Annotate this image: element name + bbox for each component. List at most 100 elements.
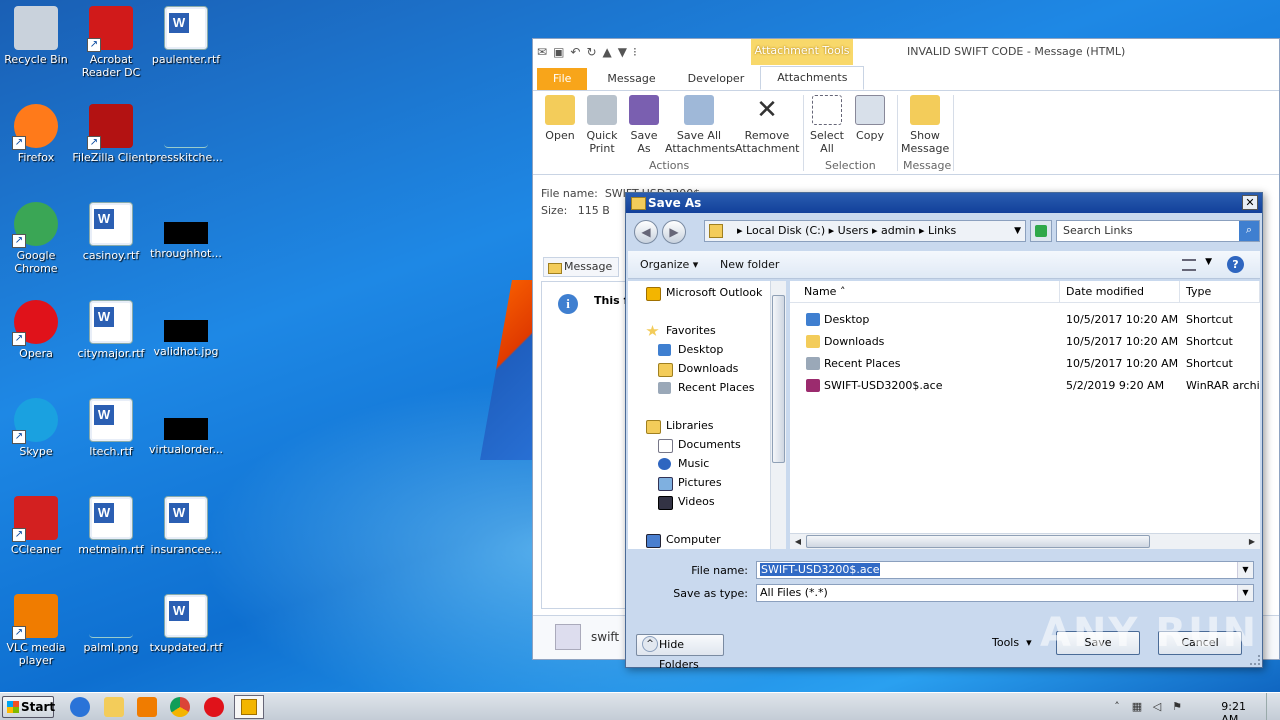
desktop-icon[interactable]: insurancee... [146, 496, 226, 556]
tools-button[interactable]: Tools ▾ [992, 636, 1032, 649]
tree-item-downloads[interactable]: Downloads [658, 361, 738, 377]
speaker-icon[interactable]: ◁ [1150, 700, 1164, 714]
tab-message[interactable]: Message [591, 68, 671, 90]
open-button[interactable]: Open [541, 95, 579, 142]
file-row[interactable]: Recent Places 10/5/2017 10:20 AM Shortcut [790, 353, 1260, 375]
search-input[interactable]: Search Links ⌕ [1056, 220, 1260, 242]
desktop-icon[interactable]: ↗ Firefox [0, 104, 76, 164]
tree-item-videos[interactable]: Videos [658, 494, 715, 510]
chevron-down-icon[interactable]: ▼ [1237, 562, 1253, 578]
chevron-down-icon[interactable]: ▼ [1014, 221, 1021, 241]
desktop-icon[interactable]: presskitche... [146, 104, 226, 164]
organize-button[interactable]: Organize ▾ [640, 258, 698, 271]
tree-scrollbar[interactable] [770, 281, 786, 549]
down-arrow-icon[interactable]: ▼ [618, 45, 627, 59]
clock[interactable]: 9:21 AM [1221, 700, 1246, 720]
save-as-button[interactable]: Save As [627, 95, 661, 155]
outlook-taskbar-button[interactable] [234, 695, 264, 719]
explorer-folder-icon[interactable] [104, 697, 124, 717]
up-arrow-icon[interactable]: ▲ [603, 45, 612, 59]
tree-item-documents[interactable]: Documents [658, 437, 741, 453]
tree-item-computer[interactable]: Computer [646, 532, 721, 548]
desktop-icon-label: validhot.jpg [153, 345, 219, 358]
resize-grip[interactable] [1250, 655, 1260, 665]
chevron-down-icon[interactable]: ▼ [1237, 585, 1253, 601]
save-icon[interactable]: ▣ [553, 45, 564, 59]
view-options-icon[interactable] [1182, 259, 1196, 271]
tree-item-libraries[interactable]: Libraries [646, 418, 714, 434]
address-bar[interactable]: ▸ Local Disk (C:) ▸ Users ▸ admin ▸ Link… [704, 220, 1026, 242]
back-button[interactable]: ◀ [634, 220, 658, 244]
desktop-icon[interactable]: txupdated.rtf [146, 594, 226, 654]
network-icon[interactable]: ▦ [1130, 700, 1144, 714]
tab-file[interactable]: File [537, 68, 588, 90]
desktop-icon[interactable]: ↗ Acrobat Reader DC [71, 6, 151, 79]
save-as-type-select[interactable]: All Files (*.*) ▼ [756, 584, 1254, 602]
chevron-up-icon[interactable]: ˄ [1110, 700, 1124, 714]
opera-icon[interactable] [204, 697, 224, 717]
desktop-icon[interactable]: ↗ FileZilla Client [71, 104, 151, 164]
desktop-icon[interactable]: virtualorder... [146, 398, 226, 456]
file-row[interactable]: SWIFT-USD3200$.ace 5/2/2019 9:20 AM WinRAR… [790, 375, 1260, 397]
tab-developer[interactable]: Developer [672, 68, 761, 90]
undo-icon[interactable]: ↶ [570, 45, 580, 59]
search-icon[interactable]: ⌕ [1239, 221, 1259, 241]
file-type: WinRAR archive [1186, 379, 1260, 392]
desktop-icon[interactable]: ↗ Skype [0, 398, 76, 458]
new-folder-button[interactable]: New folder [720, 258, 779, 271]
quick-print-button[interactable]: Quick Print [583, 95, 621, 155]
scroll-left-icon[interactable]: ◀ [791, 535, 805, 548]
media-player-icon[interactable] [137, 697, 157, 717]
show-message-button[interactable]: Show Message [901, 95, 949, 155]
file-name-field[interactable]: SWIFT-USD3200$.ace ▼ [756, 561, 1254, 579]
hide-folders-button[interactable]: Hide Folders [636, 634, 724, 671]
tree-item-pictures[interactable]: Pictures [658, 475, 722, 491]
save-all-attachments-button[interactable]: Save All Attachments [665, 95, 735, 155]
internet-explorer-icon[interactable] [70, 697, 90, 717]
desktop-icon[interactable]: metmain.rtf [71, 496, 151, 556]
flag-icon[interactable]: ⚑ [1170, 700, 1184, 714]
message-tab[interactable]: Message [543, 257, 619, 277]
show-desktop-button[interactable] [1266, 693, 1280, 720]
desktop-icon[interactable]: throughhot... [146, 202, 226, 260]
column-header-name[interactable]: Name ˄ [790, 281, 1060, 303]
tab-attachments[interactable]: Attachments [760, 66, 865, 90]
tree-item-favorites[interactable]: Favorites [646, 323, 716, 339]
desktop-icon[interactable]: paulenter.rtf [146, 6, 226, 66]
desktop-icon[interactable]: casinoy.rtf [71, 202, 151, 262]
desktop-icon[interactable]: ↗ CCleaner [0, 496, 76, 556]
chrome-icon[interactable] [170, 697, 190, 717]
redo-icon[interactable]: ↻ [586, 45, 596, 59]
close-button[interactable]: ✕ [1242, 195, 1258, 210]
copy-button[interactable]: Copy [851, 95, 889, 142]
desktop-icon[interactable]: ltech.rtf [71, 398, 151, 458]
scroll-thumb[interactable] [806, 535, 1150, 548]
tree-item-recent-places[interactable]: Recent Places [658, 380, 755, 396]
tree-item-desktop[interactable]: Desktop [658, 342, 723, 358]
desktop-icon[interactable]: ↗ Google Chrome [0, 202, 76, 275]
column-header-type[interactable]: Type [1180, 281, 1260, 303]
sender-name[interactable]: swift [591, 630, 619, 644]
desktop-icon[interactable]: ↗ VLC media player [0, 594, 76, 667]
desktop-icon[interactable]: validhot.jpg [146, 300, 226, 358]
help-icon[interactable]: ? [1227, 256, 1244, 273]
file-row[interactable]: Desktop 10/5/2017 10:20 AM Shortcut [790, 309, 1260, 331]
desktop-icon[interactable]: palml.png [71, 594, 151, 654]
chevron-down-icon[interactable]: ▼ [1205, 257, 1212, 267]
select-all-button[interactable]: Select All [807, 95, 847, 155]
forward-button[interactable]: ▶ [662, 220, 686, 244]
customize-icon[interactable]: ⁝ [633, 45, 637, 59]
column-header-date[interactable]: Date modified [1060, 281, 1180, 303]
scroll-right-icon[interactable]: ▶ [1245, 535, 1259, 548]
file-row[interactable]: Downloads 10/5/2017 10:20 AM Shortcut [790, 331, 1260, 353]
scroll-thumb[interactable] [772, 295, 785, 463]
remove-attachment-button[interactable]: ✕ Remove Attachment [735, 95, 800, 155]
desktop-icon[interactable]: Recycle Bin [0, 6, 76, 66]
tree-item-music[interactable]: Music [658, 456, 709, 472]
tree-item-microsoft-outlook[interactable]: Microsoft Outlook [646, 285, 762, 301]
refresh-button[interactable] [1030, 220, 1052, 242]
horizontal-scrollbar[interactable]: ◀ ▶ [790, 533, 1260, 549]
desktop-icon[interactable]: citymajor.rtf [71, 300, 151, 360]
desktop-icon[interactable]: ↗ Opera [0, 300, 76, 360]
start-button[interactable]: Start [2, 696, 55, 718]
